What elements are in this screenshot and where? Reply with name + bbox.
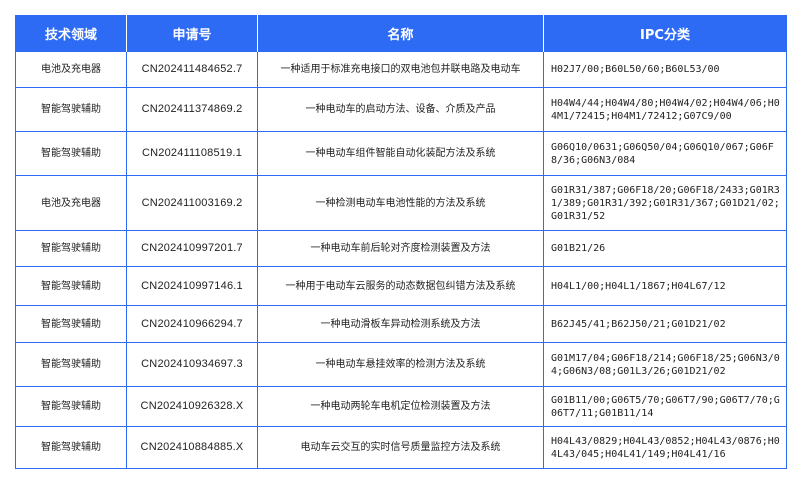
table-row: 电池及充电器 CN202411484652.7 一种适用于标准充电接口的双电池包… <box>15 51 787 88</box>
cell-name: 一种用于电动车云服务的动态数据包纠错方法及系统 <box>257 266 544 306</box>
cell-ipc: G01M17/04;G06F18/214;G06F18/25;G06N3/04;… <box>543 342 787 387</box>
cell-application-number: CN202410997146.1 <box>126 266 258 306</box>
cell-ipc: B62J45/41;B62J50/21;G01D21/02 <box>543 305 787 343</box>
cell-field: 电池及充电器 <box>15 175 127 231</box>
cell-application-number: CN202410997201.7 <box>126 230 258 267</box>
cell-ipc: H04W4/44;H04W4/80;H04W4/02;H04W4/06;H04M… <box>543 87 787 132</box>
cell-ipc: G01B11/00;G06T5/70;G06T7/90;G06T7/70;G06… <box>543 386 787 427</box>
table-row: 智能驾驶辅助 CN202411108519.1 一种电动车组件智能自动化装配方法… <box>15 131 787 176</box>
cell-field: 智能驾驶辅助 <box>15 305 127 343</box>
cell-application-number: CN202410934697.3 <box>126 342 258 387</box>
cell-name: 一种电动车的启动方法、设备、介质及产品 <box>257 87 544 132</box>
table-row: 智能驾驶辅助 CN202411374869.2 一种电动车的启动方法、设备、介质… <box>15 87 787 132</box>
cell-name: 一种电动车前后轮对齐度检测装置及方法 <box>257 230 544 267</box>
table-row: 智能驾驶辅助 CN202410997201.7 一种电动车前后轮对齐度检测装置及… <box>15 230 787 267</box>
cell-ipc: H04L1/00;H04L1/1867;H04L67/12 <box>543 266 787 306</box>
cell-field: 电池及充电器 <box>15 51 127 88</box>
patent-table: 技术领域 申请号 名称 IPC分类 电池及充电器 CN202411484652.… <box>15 15 787 469</box>
cell-name: 一种检测电动车电池性能的方法及系统 <box>257 175 544 231</box>
table-row: 智能驾驶辅助 CN202410966294.7 一种电动滑板车异动检测系统及方法… <box>15 305 787 343</box>
header-name: 名称 <box>257 15 544 52</box>
cell-application-number: CN202410966294.7 <box>126 305 258 343</box>
cell-field: 智能驾驶辅助 <box>15 426 127 469</box>
cell-name: 一种电动两轮车电机定位检测装置及方法 <box>257 386 544 427</box>
patent-table-container: 技术领域 申请号 名称 IPC分类 电池及充电器 CN202411484652.… <box>15 15 787 469</box>
table-row: 智能驾驶辅助 CN202410997146.1 一种用于电动车云服务的动态数据包… <box>15 266 787 306</box>
cell-field: 智能驾驶辅助 <box>15 342 127 387</box>
cell-application-number: CN202410884885.X <box>126 426 258 469</box>
table-header-row: 技术领域 申请号 名称 IPC分类 <box>15 15 787 52</box>
cell-field: 智能驾驶辅助 <box>15 131 127 176</box>
cell-application-number: CN202411003169.2 <box>126 175 258 231</box>
table-row: 电池及充电器 CN202411003169.2 一种检测电动车电池性能的方法及系… <box>15 175 787 231</box>
cell-field: 智能驾驶辅助 <box>15 266 127 306</box>
cell-application-number: CN202411108519.1 <box>126 131 258 176</box>
cell-ipc: G06Q10/0631;G06Q50/04;G06Q10/067;G06F8/3… <box>543 131 787 176</box>
header-application-number: 申请号 <box>126 15 258 52</box>
cell-name: 一种电动滑板车异动检测系统及方法 <box>257 305 544 343</box>
cell-ipc: H02J7/00;B60L50/60;B60L53/00 <box>543 51 787 88</box>
cell-ipc: H04L43/0829;H04L43/0852;H04L43/0876;H04L… <box>543 426 787 469</box>
cell-application-number: CN202410926328.X <box>126 386 258 427</box>
table-row: 智能驾驶辅助 CN202410884885.X 电动车云交互的实时信号质量监控方… <box>15 426 787 469</box>
cell-ipc: G01R31/387;G06F18/20;G06F18/2433;G01R31/… <box>543 175 787 231</box>
cell-application-number: CN202411484652.7 <box>126 51 258 88</box>
header-ipc: IPC分类 <box>543 15 787 52</box>
table-row: 智能驾驶辅助 CN202410934697.3 一种电动车悬挂效率的检测方法及系… <box>15 342 787 387</box>
cell-ipc: G01B21/26 <box>543 230 787 267</box>
header-field: 技术领域 <box>15 15 127 52</box>
cell-name: 一种电动车组件智能自动化装配方法及系统 <box>257 131 544 176</box>
cell-field: 智能驾驶辅助 <box>15 386 127 427</box>
cell-name: 一种电动车悬挂效率的检测方法及系统 <box>257 342 544 387</box>
cell-name: 一种适用于标准充电接口的双电池包并联电路及电动车 <box>257 51 544 88</box>
cell-field: 智能驾驶辅助 <box>15 87 127 132</box>
table-row: 智能驾驶辅助 CN202410926328.X 一种电动两轮车电机定位检测装置及… <box>15 386 787 427</box>
cell-application-number: CN202411374869.2 <box>126 87 258 132</box>
cell-name: 电动车云交互的实时信号质量监控方法及系统 <box>257 426 544 469</box>
cell-field: 智能驾驶辅助 <box>15 230 127 267</box>
